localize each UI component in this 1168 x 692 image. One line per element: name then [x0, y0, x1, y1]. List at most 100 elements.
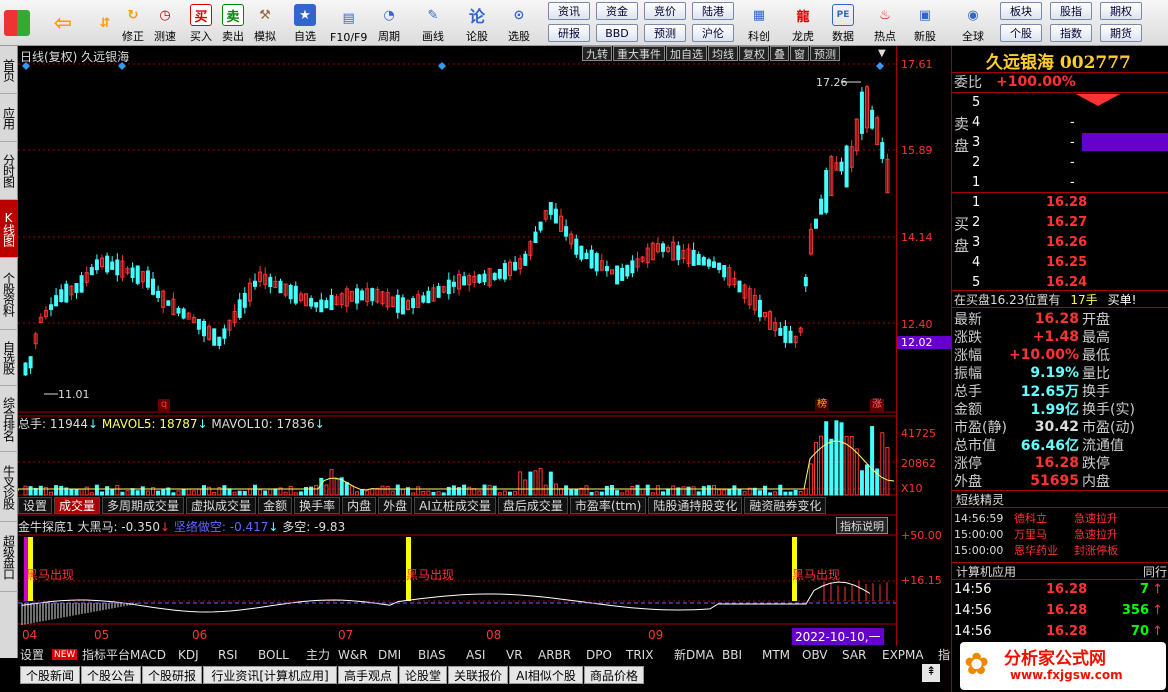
up-down-arrow-icon[interactable]: ⇵	[94, 2, 116, 44]
pill-stock-index[interactable]: 股指	[1050, 2, 1092, 20]
chart-tag-6[interactable]: 窗	[790, 46, 809, 61]
indicator-help-button[interactable]: 指标说明	[836, 517, 888, 534]
indicator-tab-10[interactable]: BIAS	[418, 646, 446, 663]
indicator-tab-18[interactable]: MTM	[762, 646, 790, 663]
chart-tag-3[interactable]: 均线	[708, 46, 738, 61]
pill-hk[interactable]: 陆港	[692, 2, 734, 20]
sell-level-0[interactable]: 5	[952, 93, 1168, 111]
sell-level-4[interactable]: 1-	[952, 173, 1168, 191]
badge-q[interactable]: q	[158, 399, 170, 412]
sector-peers-button[interactable]: 同行	[1143, 563, 1167, 580]
tab-home[interactable]: 首页	[0, 46, 18, 94]
news-tab-0[interactable]: 个股新闻	[20, 666, 80, 684]
news-tab-2[interactable]: 个股研报	[142, 666, 202, 684]
indicator-tab-17[interactable]: BBI	[722, 646, 742, 663]
kline-chart-area[interactable]: 日线(复权) 久远银海 九转 重大事件 加自选 均线 复权叠窗预测 ▼ 17.26 11…	[18, 46, 896, 646]
tab-kline[interactable]: K线图	[0, 200, 18, 258]
indicator-tab-20[interactable]: SAR	[842, 646, 866, 663]
indicator-tab-22[interactable]: 指	[938, 646, 950, 663]
vol-tab-7[interactable]: 外盘	[378, 497, 413, 514]
tab-diagnosis[interactable]: 牛叉诊股	[0, 452, 18, 522]
pill-hk-stock[interactable]: 个股	[1000, 24, 1042, 42]
elf-row-2[interactable]: 15:00:00 恩华药业 封涨停板	[952, 542, 1168, 558]
repair-button[interactable]: ↻ 修正	[122, 2, 144, 44]
pill-auction[interactable]: 竞价	[644, 2, 686, 20]
vol-tab-5[interactable]: 换手率	[294, 497, 341, 514]
tab-watchlist[interactable]: 自选股	[0, 330, 18, 386]
pill-funds[interactable]: 资金	[596, 2, 638, 20]
indicator-tab-7[interactable]: 主力	[306, 646, 330, 663]
global-button[interactable]: ◉ 全球	[962, 2, 984, 44]
pill-bbd[interactable]: BBD	[596, 24, 638, 42]
pill-futures[interactable]: 期货	[1100, 24, 1142, 42]
chart-tag-4[interactable]: 复权	[739, 46, 769, 61]
chart-tag-0[interactable]: 九转	[582, 46, 612, 61]
pill-forecast[interactable]: 预测	[644, 24, 686, 42]
back-arrow-icon[interactable]: ⇦	[52, 2, 74, 44]
data-button[interactable]: PE 数据	[832, 2, 854, 44]
hotspot-button[interactable]: ♨ 热点	[874, 2, 896, 44]
badge-limit-up[interactable]: 涨	[870, 399, 884, 412]
scroll-up-icon[interactable]: ⇞	[922, 664, 940, 682]
indicator-tab-2[interactable]: 指标平台	[82, 646, 130, 663]
sell-level-1[interactable]: 4-	[952, 113, 1168, 131]
chart-tag-7[interactable]: 预测	[810, 46, 840, 61]
speedtest-button[interactable]: ◷ 测速	[154, 2, 176, 44]
buy-level-3[interactable]: 4 16.25	[952, 253, 1168, 271]
tab-stock-info[interactable]: 个股资料	[0, 258, 18, 330]
vol-tab-6[interactable]: 内盘	[342, 497, 377, 514]
indicator-tab-5[interactable]: RSI	[218, 646, 238, 663]
tab-apps[interactable]: 应用	[0, 94, 18, 142]
pill-research[interactable]: 研报	[548, 24, 590, 42]
elf-row-1[interactable]: 15:00:00 万里马 急速拉升	[952, 526, 1168, 542]
buy-level-4[interactable]: 5 16.24	[952, 273, 1168, 291]
news-tab-7[interactable]: AI相似个股	[509, 666, 583, 684]
chart-tag-5[interactable]: 叠	[770, 46, 789, 61]
sell-button[interactable]: 卖卖出	[222, 2, 244, 44]
cycle-button[interactable]: ◔ 周期	[378, 2, 400, 44]
badge-rank[interactable]: 榜	[815, 399, 829, 412]
buy-level-0[interactable]: 1 16.28	[952, 193, 1168, 211]
indicator-tab-8[interactable]: W&R	[338, 646, 368, 663]
indicator-tab-15[interactable]: TRIX	[626, 646, 653, 663]
watchlist-button[interactable]: ★ 自选	[294, 2, 316, 44]
vol-tab-0[interactable]: 设置	[18, 497, 53, 514]
pill-options[interactable]: 期权	[1100, 2, 1142, 20]
indicator-tab-16[interactable]: 新DMA	[674, 646, 714, 663]
f10-button[interactable]: ▤ F10/F9	[330, 2, 367, 45]
indicator-tab-11[interactable]: ASI	[466, 646, 485, 663]
chart-tag-1[interactable]: 重大事件	[613, 46, 665, 61]
indicator-tab-3[interactable]: MACD	[130, 646, 166, 663]
indicator-tab-19[interactable]: OBV	[802, 646, 828, 663]
indicator-tab-9[interactable]: DMI	[378, 646, 401, 663]
sell-level-3[interactable]: 2-	[952, 153, 1168, 171]
vol-tab-3[interactable]: 虚拟成交量	[186, 497, 257, 514]
indicator-tab-13[interactable]: ARBR	[538, 646, 571, 663]
simulate-button[interactable]: ⚒ 模拟	[254, 2, 276, 44]
pill-shanghai-london[interactable]: 沪伦	[692, 24, 734, 42]
indicator-tab-4[interactable]: KDJ	[178, 646, 199, 663]
indicator-tab-14[interactable]: DPO	[586, 646, 612, 663]
indicator-tab-0[interactable]: 设置	[20, 646, 44, 663]
buy-level-1[interactable]: 2 16.27	[952, 213, 1168, 231]
news-tab-6[interactable]: 关联报价	[448, 666, 508, 684]
star-market-button[interactable]: ▦ 科创	[748, 2, 770, 44]
pill-sector[interactable]: 板块	[1000, 2, 1042, 20]
vol-tab-2[interactable]: 多周期成交量	[102, 497, 185, 514]
vol-tab-4[interactable]: 金额	[258, 497, 293, 514]
vol-tab-10[interactable]: 市盈率(ttm)	[569, 497, 647, 514]
vol-tab-12[interactable]: 融资融券变化	[744, 497, 827, 514]
pill-news[interactable]: 资讯	[548, 2, 590, 20]
news-tab-1[interactable]: 个股公告	[81, 666, 141, 684]
elf-row-0[interactable]: 14:56:59 德科立 急速拉升	[952, 510, 1168, 526]
buy-button[interactable]: 买买入	[190, 2, 212, 44]
stock-picker-button[interactable]: ⊙ 选股	[508, 2, 530, 44]
news-tab-4[interactable]: 高手观点	[338, 666, 398, 684]
windows-logo-icon[interactable]	[4, 2, 30, 44]
news-tab-3[interactable]: 行业资讯[计算机应用]	[203, 666, 337, 684]
indicator-tab-1[interactable]: NEW	[52, 649, 78, 660]
pill-index[interactable]: 指数	[1050, 24, 1092, 42]
indicator-tab-6[interactable]: BOLL	[258, 646, 289, 663]
dropdown-arrow-icon[interactable]: ▼	[878, 48, 886, 59]
chart-tag-2[interactable]: 加自选	[666, 46, 707, 61]
